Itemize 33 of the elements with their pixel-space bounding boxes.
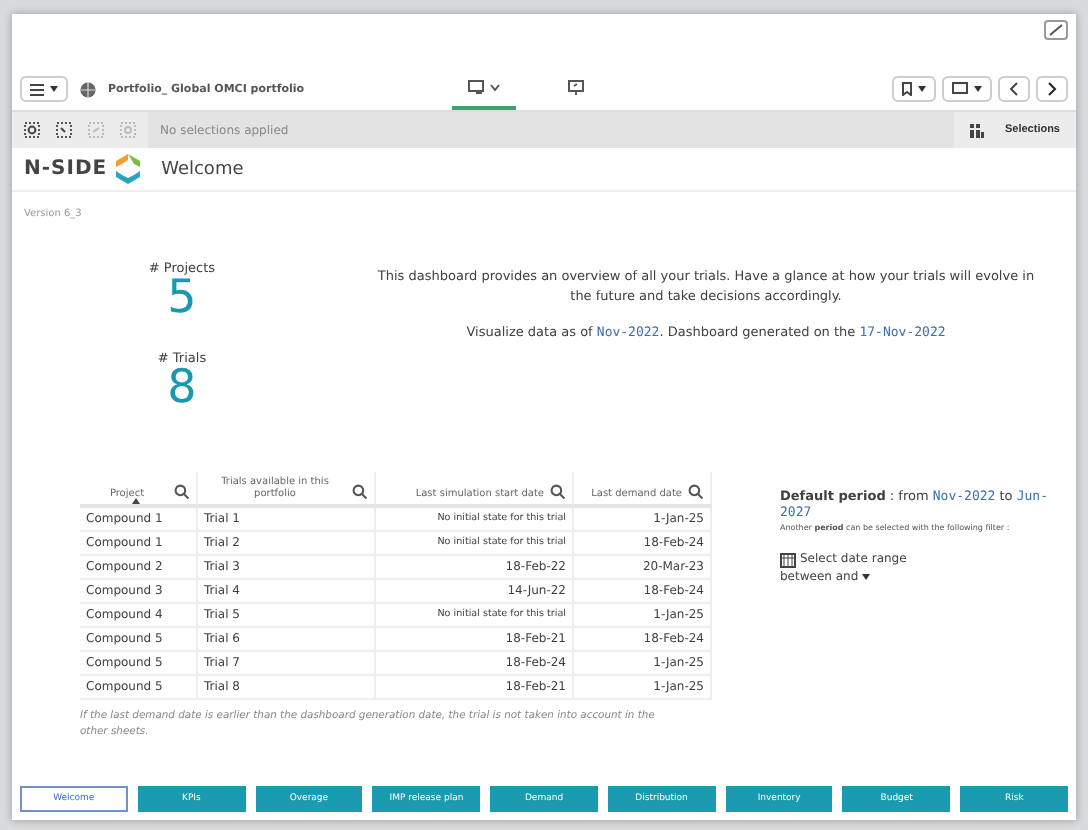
previous-button[interactable] <box>998 76 1030 102</box>
menu-button[interactable] <box>20 76 68 102</box>
smart-search-icon[interactable] <box>24 122 40 138</box>
collapse-icon <box>1048 24 1064 36</box>
logo-text: N-SIDE <box>24 158 108 180</box>
sheet-title: Welcome <box>161 159 244 179</box>
search-icon[interactable] <box>174 484 190 500</box>
bookmark-icon <box>902 82 912 96</box>
next-button[interactable] <box>1036 76 1068 102</box>
chevron-left-icon <box>1008 82 1020 96</box>
caret-icon <box>490 83 500 91</box>
globe-icon <box>80 81 96 97</box>
sheet-icon <box>468 80 484 94</box>
search-icon[interactable] <box>550 484 566 500</box>
bookmark-button[interactable] <box>892 76 936 102</box>
search-icon[interactable] <box>688 484 704 500</box>
caret-down-icon <box>974 86 982 92</box>
collapse-button[interactable] <box>1044 20 1068 40</box>
search-icon[interactable] <box>352 484 368 500</box>
hexagon-logo-icon <box>113 154 142 184</box>
selections-icon <box>970 123 985 137</box>
menu-icon <box>30 83 44 95</box>
lasso-icon[interactable] <box>56 122 72 138</box>
kpi-value: 5 <box>167 276 197 322</box>
sheets-button[interactable] <box>942 76 992 102</box>
caret-down-icon <box>862 573 871 580</box>
presentation-icon <box>568 79 584 95</box>
sheet-icon <box>952 82 968 96</box>
caret-down-icon <box>918 86 926 92</box>
calendar-icon <box>780 551 796 568</box>
caret-down-icon <box>50 86 58 92</box>
kpi-value: 8 <box>167 366 197 412</box>
chevron-right-icon <box>1046 82 1058 96</box>
